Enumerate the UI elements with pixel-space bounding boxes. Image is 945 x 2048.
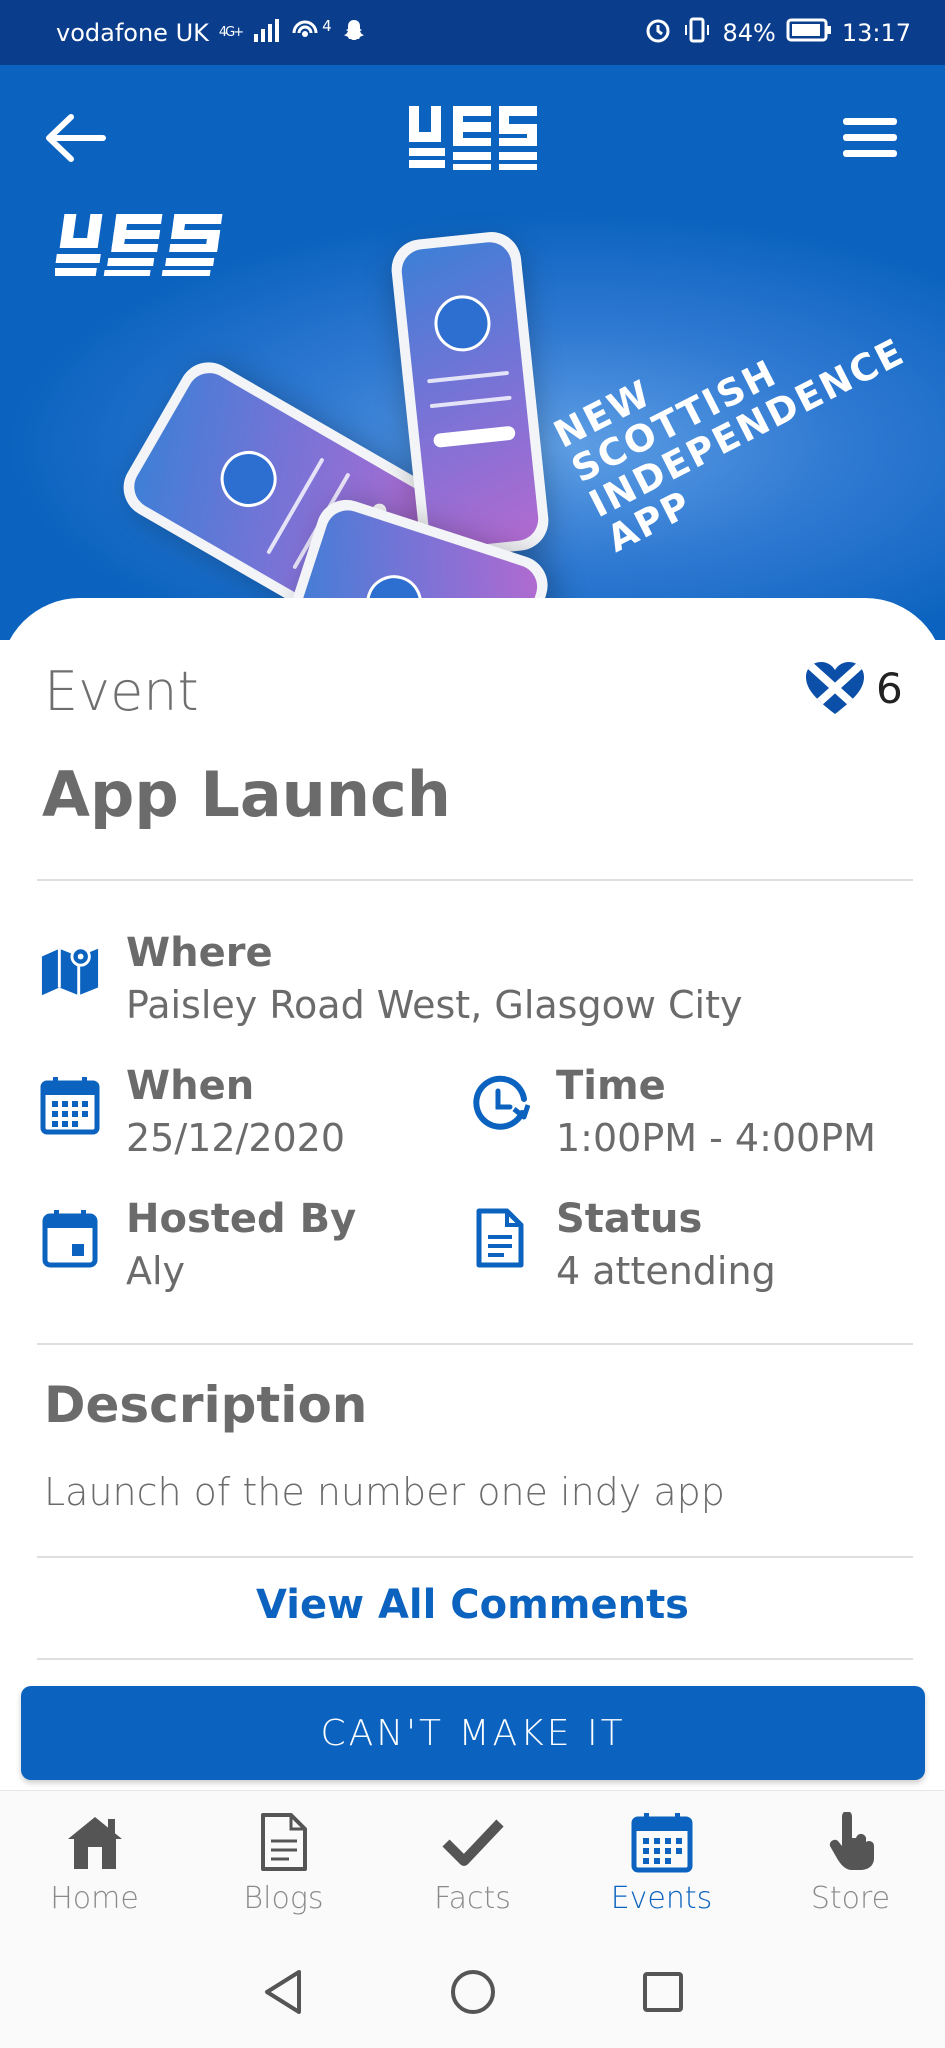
status-label: Status <box>556 1196 703 1242</box>
event-title: App Launch <box>42 758 451 831</box>
like-counter[interactable]: 6 <box>804 660 903 716</box>
divider <box>37 1658 913 1660</box>
nav-facts[interactable]: Facts <box>378 1791 567 1935</box>
where-text: Where Paisley Road West, Glasgow City <box>126 928 742 1032</box>
signal-icon <box>252 18 280 48</box>
description-text: Launch of the number one indy app <box>44 1470 725 1514</box>
event-details-card: Event 6 App Launch Where Paisley Road We… <box>0 598 945 1788</box>
time-value: 1:00PM - 4:00PM <box>556 1116 876 1160</box>
when-value: 25/12/2020 <box>126 1116 346 1160</box>
when-info: When 25/12/2020 <box>40 1061 345 1165</box>
arrow-left-icon <box>46 113 106 162</box>
battery-icon <box>786 18 832 48</box>
nav-blogs[interactable]: Blogs <box>189 1791 378 1935</box>
phone-screen <box>399 240 541 550</box>
hotspot-count: 4 <box>322 16 332 35</box>
battery-percent: 84% <box>722 18 776 47</box>
phone-logo-circle <box>210 440 287 518</box>
phone-logo-circle <box>431 292 494 355</box>
when-text: When 25/12/2020 <box>126 1061 345 1165</box>
clock-time: 13:17 <box>841 18 911 47</box>
nav-events-label: Events <box>610 1881 713 1916</box>
status-value: 4 attending <box>556 1249 776 1293</box>
yes-logo <box>405 102 541 174</box>
status-info: Status 4 attending <box>470 1194 776 1298</box>
vibrate-icon <box>682 16 712 50</box>
clock-icon <box>470 1075 530 1135</box>
time-label: Time <box>556 1063 666 1109</box>
status-bar: vodafone UK 4G+ 4 84% 13:17 <box>0 0 945 65</box>
banner-headline: NEW SCOTTISH INDEPENDENCE APP <box>547 262 928 561</box>
view-all-comments-link[interactable]: View All Comments <box>0 1582 945 1628</box>
home-icon <box>62 1809 128 1875</box>
where-info: Where Paisley Road West, Glasgow City <box>40 928 742 1032</box>
calendar-grid-icon <box>40 1075 100 1135</box>
map-pin-icon <box>40 942 100 1002</box>
status-left: vodafone UK 4G+ 4 <box>56 17 366 49</box>
alarm-icon <box>644 16 672 50</box>
divider <box>37 1343 913 1345</box>
circle-home-icon <box>450 1969 495 2014</box>
hotspot-icon <box>290 17 320 49</box>
bottom-navigation: Home Blogs Facts Events Store <box>0 1790 945 1935</box>
time-info: Time 1:00PM - 4:00PM <box>470 1061 876 1165</box>
cant-make-it-button[interactable]: CAN'T MAKE IT <box>21 1686 925 1780</box>
banner-yes-logo <box>51 210 230 280</box>
document-icon <box>470 1208 530 1268</box>
time-text: Time 1:00PM - 4:00PM <box>556 1061 876 1165</box>
where-value: Paisley Road West, Glasgow City <box>126 983 743 1027</box>
when-label: When <box>126 1063 255 1109</box>
hosted-by-text: Hosted By Aly <box>126 1194 356 1298</box>
hosted-by-info: Hosted By Aly <box>40 1194 356 1298</box>
checkmark-icon <box>440 1809 506 1875</box>
divider <box>37 1556 913 1558</box>
nav-store-label: Store <box>810 1881 891 1916</box>
menu-button[interactable] <box>835 103 905 173</box>
description-heading: Description <box>44 1376 368 1434</box>
triangle-back-icon <box>264 1969 301 2014</box>
system-navigation-bar <box>0 1935 945 2048</box>
event-type-label: Event <box>44 660 199 723</box>
hosted-by-label: Hosted By <box>126 1196 357 1242</box>
phone-ui-line <box>429 395 512 409</box>
phone-ui-line <box>427 370 510 384</box>
event-banner-image: NEW SCOTTISH INDEPENDENCE APP <box>0 210 945 640</box>
pointer-hand-icon <box>818 1809 884 1875</box>
carrier-name: vodafone UK <box>56 18 209 47</box>
system-recents-button[interactable] <box>633 1962 693 2022</box>
nav-store[interactable]: Store <box>756 1791 945 1935</box>
hamburger-menu-icon <box>843 117 897 157</box>
document-icon <box>251 1809 317 1875</box>
divider <box>37 879 913 881</box>
network-type: 4G+ <box>218 25 244 40</box>
calendar-icon <box>629 1809 695 1875</box>
snapchat-icon <box>342 18 366 48</box>
nav-blogs-label: Blogs <box>243 1881 324 1916</box>
nav-home[interactable]: Home <box>0 1791 189 1935</box>
nav-facts-label: Facts <box>434 1881 511 1916</box>
calendar-event-icon <box>40 1208 100 1268</box>
nav-home-label: Home <box>50 1881 139 1916</box>
system-home-button[interactable] <box>443 1962 503 2022</box>
like-count: 6 <box>876 663 903 713</box>
system-back-button[interactable] <box>253 1962 313 2022</box>
where-label: Where <box>126 930 273 976</box>
square-recents-icon <box>642 1971 683 2012</box>
hosted-by-value: Aly <box>126 1249 186 1293</box>
status-text: Status 4 attending <box>556 1194 776 1298</box>
phone-ui-line <box>432 425 516 449</box>
saltire-heart-icon <box>806 662 864 714</box>
back-button[interactable] <box>40 103 110 173</box>
nav-events[interactable]: Events <box>567 1791 756 1935</box>
status-right: 84% 13:17 <box>644 16 911 50</box>
app-header <box>0 65 945 210</box>
